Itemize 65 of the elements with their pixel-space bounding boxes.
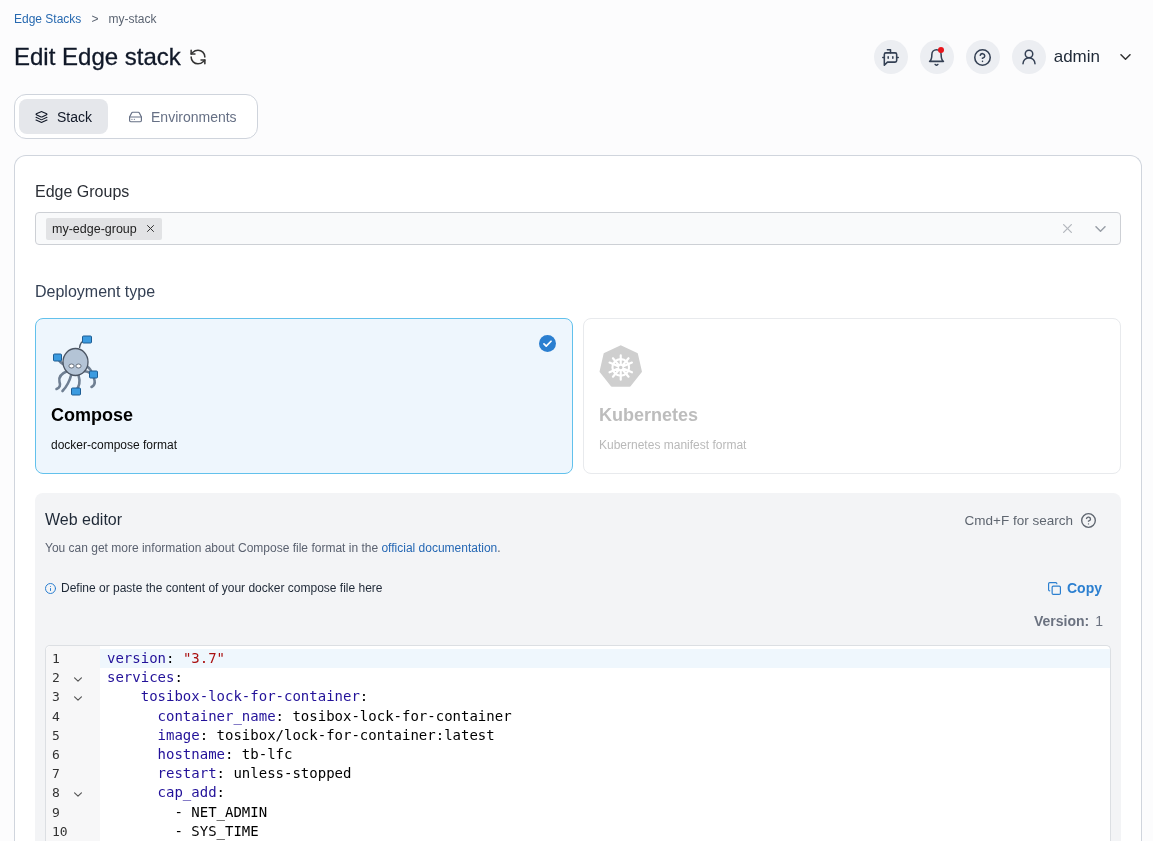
breadcrumb-separator: > bbox=[91, 12, 99, 26]
notifications-button[interactable] bbox=[919, 40, 954, 74]
line-number: 5 bbox=[51, 727, 61, 743]
option-title: Kubernetes bbox=[599, 404, 699, 427]
code-line: container_name: tosibox-lock-for-container bbox=[157, 707, 512, 724]
page-title: Edit Edge stack bbox=[14, 42, 181, 72]
remove-tag-icon[interactable] bbox=[146, 225, 154, 232]
info-icon bbox=[45, 582, 56, 594]
check-circle-icon bbox=[539, 335, 556, 352]
ship-wheel-icon bbox=[599, 344, 642, 387]
line-number: 3 bbox=[51, 689, 61, 705]
tab[interactable]: Environments bbox=[113, 99, 253, 134]
line-number: 7 bbox=[51, 766, 61, 782]
editor-hint: Define or paste the content of your docker compose file here bbox=[61, 581, 383, 595]
code-line: version: "3.7" bbox=[107, 650, 226, 666]
option-title: Compose bbox=[51, 404, 133, 427]
section-title: Web editor bbox=[45, 511, 123, 529]
version-label: Version: bbox=[1033, 612, 1090, 630]
field-label: Deployment type bbox=[35, 282, 157, 302]
breadcrumb-current: my-stack bbox=[108, 12, 157, 26]
line-number: 9 bbox=[51, 804, 61, 820]
deployment-option[interactable]: Compose docker-compose format bbox=[35, 318, 573, 474]
assistant-button[interactable] bbox=[873, 40, 908, 74]
version-value: 1 bbox=[1095, 612, 1103, 630]
user-menu-button[interactable]: admin bbox=[1011, 40, 1131, 74]
chevron-down-icon bbox=[1120, 54, 1131, 60]
robot-icon bbox=[882, 48, 900, 66]
code-line: - NET_ADMIN bbox=[174, 803, 268, 820]
editor-description: You can get more information about Compose file format in the official documentation. bbox=[45, 540, 502, 556]
option-description: docker-compose format bbox=[51, 437, 178, 453]
code-line: - SYS_TIME bbox=[174, 822, 259, 839]
code-line: hostname: tb-lfc bbox=[157, 745, 293, 762]
field-label: Edge Groups bbox=[35, 182, 131, 202]
breadcrumb-link[interactable]: Edge Stacks bbox=[14, 12, 82, 26]
bell-icon bbox=[928, 48, 946, 66]
help-icon[interactable] bbox=[1081, 512, 1096, 528]
fold-chevron-icon[interactable] bbox=[74, 792, 82, 798]
hard-drive-icon bbox=[129, 110, 142, 123]
octopus-icon bbox=[51, 335, 99, 396]
line-number: 6 bbox=[51, 747, 61, 763]
code-line: tosibox-lock-for-container: bbox=[140, 688, 369, 705]
line-number: 1 bbox=[51, 651, 61, 667]
fold-chevron-icon[interactable] bbox=[74, 677, 82, 683]
help-button[interactable] bbox=[965, 40, 1000, 74]
code-line: services: bbox=[107, 669, 183, 686]
option-description: Kubernetes manifest format bbox=[599, 437, 747, 453]
refresh-icon[interactable] bbox=[189, 49, 206, 65]
tag-label: my-edge-group bbox=[52, 221, 137, 236]
layers-icon bbox=[35, 110, 48, 123]
code-line: image: tosibox/lock-for-container:latest bbox=[157, 726, 495, 743]
line-number: 2 bbox=[51, 670, 61, 686]
line-number: 8 bbox=[51, 785, 61, 801]
code-line: restart: unless-stopped bbox=[157, 765, 352, 782]
copy-icon bbox=[1048, 581, 1061, 595]
fold-chevron-icon[interactable] bbox=[74, 696, 82, 702]
user-avatar-icon bbox=[1011, 40, 1046, 74]
copy-button[interactable]: Copy bbox=[1048, 580, 1102, 596]
code-line: cap_add: bbox=[157, 784, 225, 801]
tab[interactable]: Stack bbox=[19, 99, 108, 134]
edge-groups-select[interactable]: my-edge-group bbox=[35, 212, 1121, 245]
line-number: 4 bbox=[51, 708, 61, 724]
search-hint: Cmd+F for search bbox=[964, 512, 1073, 528]
line-number: 10 bbox=[51, 823, 69, 839]
code-editor[interactable] bbox=[45, 645, 1111, 841]
help-icon bbox=[974, 48, 992, 66]
